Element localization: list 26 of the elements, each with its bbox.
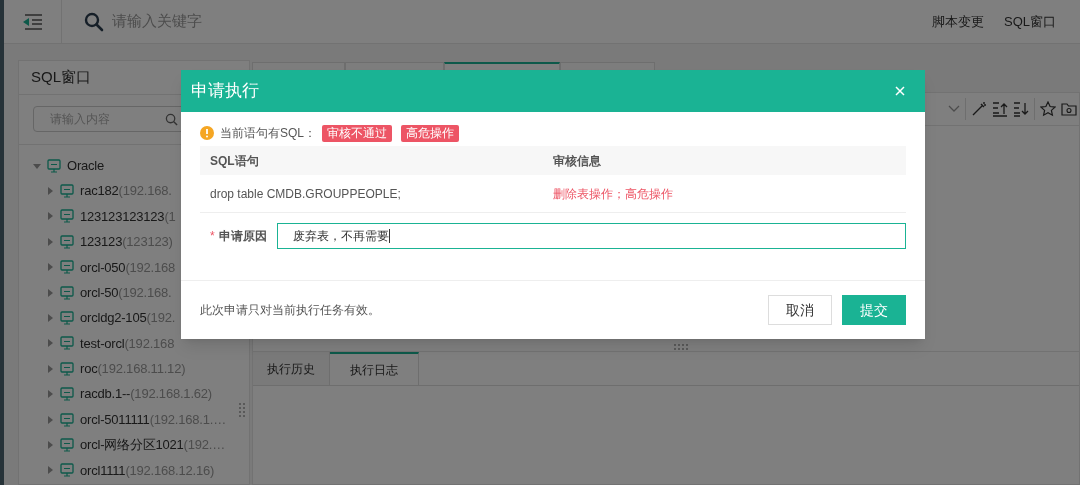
tree-item[interactable]: racdb.1--(192.168.1.62) xyxy=(80,384,212,404)
nav-link[interactable]: 脚本变更 xyxy=(932,11,984,32)
reason-input-field[interactable]: 废弃表，不再需要 xyxy=(277,223,906,249)
table-cell-text: drop table CMDB.GROUPPEOPLE; xyxy=(209,185,402,203)
column-header: 审核信息 xyxy=(553,152,601,170)
submit-button[interactable]: 提交 xyxy=(842,295,906,325)
nav-link[interactable]: SQL窗口 xyxy=(1004,11,1056,32)
tree-item[interactable]: 123123(123123) xyxy=(80,232,173,252)
table-cell-text: 删除表操作；高危操作 xyxy=(553,185,673,203)
tree-item[interactable]: Oracle xyxy=(67,155,105,176)
tree-item[interactable]: 123123123123(1 xyxy=(80,206,176,227)
tree-item[interactable]: roc(192.168.11.12) xyxy=(80,359,186,379)
tab[interactable]: 执行历史 xyxy=(253,352,330,385)
note-text: 此次申请只对当前执行任务有效。 xyxy=(200,302,380,319)
tree-item[interactable]: orcldg2-105(192. xyxy=(80,308,176,328)
status-tag: 高危操作 xyxy=(401,124,459,142)
tree-item[interactable]: orcl1111(192.168.12.16) xyxy=(80,460,215,481)
tree-item[interactable]: test-orcl(192.168 xyxy=(80,333,175,354)
status-tag: 审核不通过 xyxy=(322,124,392,142)
tree-item[interactable]: orcl-50(192.168. xyxy=(80,282,172,303)
tab[interactable]: 执行日志 xyxy=(330,352,419,385)
field-label: 申请原因 xyxy=(218,228,267,245)
required-mark: * xyxy=(210,228,215,245)
column-header: SQL语句 xyxy=(209,152,260,170)
tree-item[interactable]: orcl-050(192.168 xyxy=(80,257,176,277)
cancel-button[interactable]: 取消 xyxy=(768,295,832,325)
